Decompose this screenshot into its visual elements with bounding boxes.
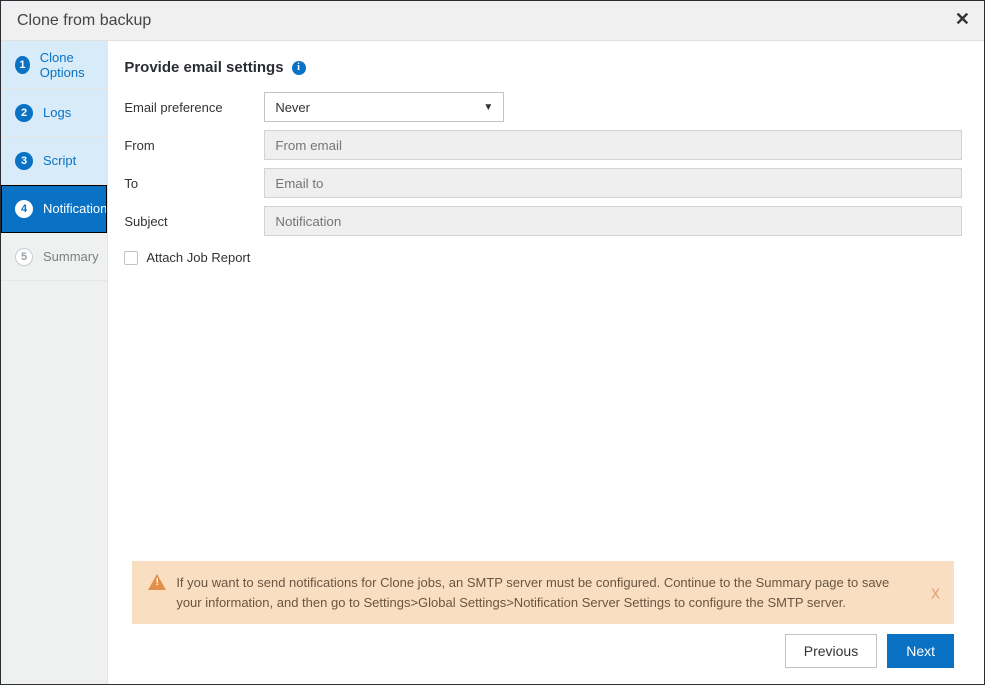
select-value: Never bbox=[275, 100, 310, 115]
title-bar: Clone from backup ✕ bbox=[1, 1, 984, 41]
step-number: 5 bbox=[15, 248, 33, 266]
info-icon[interactable]: i bbox=[292, 61, 306, 75]
subject-input[interactable] bbox=[264, 206, 962, 236]
step-label: Script bbox=[43, 153, 76, 168]
sidebar-step-script[interactable]: 3 Script bbox=[1, 137, 107, 185]
label-from: From bbox=[124, 138, 264, 153]
row-email-preference: Email preference Never ▼ bbox=[124, 92, 962, 122]
alert-dismiss-icon[interactable]: x bbox=[931, 582, 940, 603]
row-attach-report: Attach Job Report bbox=[124, 250, 962, 265]
caret-down-icon: ▼ bbox=[483, 102, 493, 113]
warning-icon bbox=[148, 574, 166, 590]
email-settings-form: Email preference Never ▼ From T bbox=[124, 92, 962, 265]
wizard-sidebar: 1 Clone Options 2 Logs 3 Script 4 Notifi… bbox=[1, 41, 108, 684]
content-spacer bbox=[124, 265, 962, 561]
attach-report-checkbox[interactable] bbox=[124, 251, 138, 265]
to-input[interactable] bbox=[264, 168, 962, 198]
step-number: 4 bbox=[15, 200, 33, 218]
label-to: To bbox=[124, 176, 264, 191]
dialog-body: 1 Clone Options 2 Logs 3 Script 4 Notifi… bbox=[1, 41, 984, 684]
step-label: Notification bbox=[43, 201, 107, 216]
step-label: Summary bbox=[43, 249, 99, 264]
sidebar-step-notification[interactable]: 4 Notification bbox=[1, 185, 107, 233]
step-number: 3 bbox=[15, 152, 33, 170]
label-email-preference: Email preference bbox=[124, 100, 264, 115]
alert-message: If you want to send notifications for Cl… bbox=[176, 573, 912, 612]
row-from: From bbox=[124, 130, 962, 160]
smtp-warning-alert: If you want to send notifications for Cl… bbox=[132, 561, 954, 624]
section-heading: Provide email settings bbox=[124, 59, 283, 76]
step-number: 2 bbox=[15, 104, 33, 122]
step-number: 1 bbox=[15, 56, 30, 74]
from-input[interactable] bbox=[264, 130, 962, 160]
section-title-row: Provide email settings i bbox=[124, 59, 962, 76]
dialog-window: Clone from backup ✕ 1 Clone Options 2 Lo… bbox=[0, 0, 985, 685]
row-subject: Subject bbox=[124, 206, 962, 236]
wizard-content: Provide email settings i Email preferenc… bbox=[108, 41, 984, 684]
sidebar-step-logs[interactable]: 2 Logs bbox=[1, 89, 107, 137]
email-preference-select[interactable]: Never ▼ bbox=[264, 92, 504, 122]
previous-button[interactable]: Previous bbox=[785, 634, 877, 668]
close-icon[interactable]: ✕ bbox=[955, 9, 970, 30]
sidebar-step-summary[interactable]: 5 Summary bbox=[1, 233, 107, 281]
label-subject: Subject bbox=[124, 214, 264, 229]
label-attach-report: Attach Job Report bbox=[146, 250, 250, 265]
sidebar-step-clone-options[interactable]: 1 Clone Options bbox=[1, 41, 107, 89]
dialog-title: Clone from backup bbox=[17, 12, 151, 30]
step-label: Logs bbox=[43, 105, 71, 120]
wizard-footer: Previous Next bbox=[124, 634, 962, 670]
step-label: Clone Options bbox=[40, 50, 108, 80]
row-to: To bbox=[124, 168, 962, 198]
next-button[interactable]: Next bbox=[887, 634, 954, 668]
